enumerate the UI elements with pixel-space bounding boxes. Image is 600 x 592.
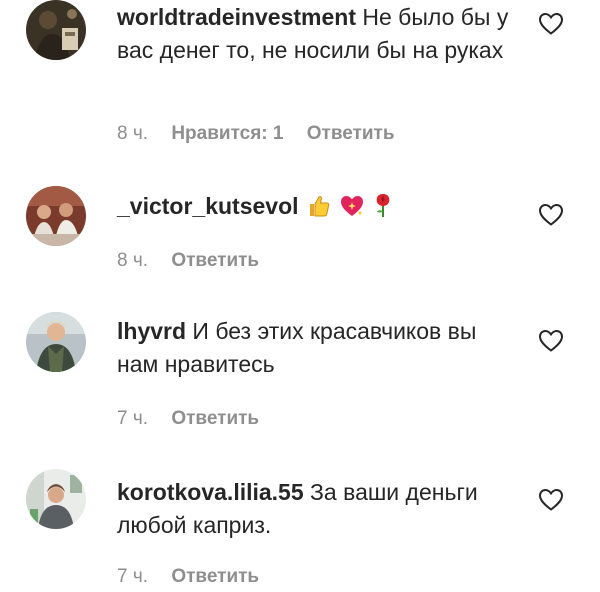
comment-body: _victor_kutsevol [117,190,517,227]
heart-outline-icon[interactable] [538,203,564,227]
rose-icon [374,192,392,227]
group-photo-avatar-icon [26,186,86,246]
reply-button[interactable]: Ответить [171,566,259,587]
reply-button[interactable]: Ответить [171,408,259,429]
comment-username[interactable]: lhyvrd [117,318,186,344]
comment-meta: 8 ч. Нравится: 1 Ответить [117,123,413,145]
comment-time[interactable]: 7 ч. [117,566,148,587]
heart-outline-icon[interactable] [538,12,564,36]
comment-time[interactable]: 8 ч. [117,250,148,271]
comment-username[interactable]: worldtradeinvestment [117,4,356,30]
likes-count[interactable]: Нравится: 1 [171,123,283,144]
heart-outline-icon[interactable] [538,329,564,353]
dark-photo-avatar-icon [26,0,86,60]
avatar[interactable] [26,0,86,60]
comment-username[interactable]: _victor_kutsevol [117,193,299,219]
woman-indoor-photo-avatar-icon [26,469,86,529]
thumbs-up-icon [307,194,331,227]
woman-photo-avatar-icon [26,312,86,372]
comment-meta: 7 ч. Ответить [117,566,277,588]
heart-outline-icon[interactable] [538,488,564,512]
comment-meta: 7 ч. Ответить [117,408,277,430]
comment-body: korotkova.lilia.55 За ваши деньги любой … [117,476,517,542]
avatar[interactable] [26,469,86,529]
avatar[interactable] [26,312,86,372]
reply-button[interactable]: Ответить [171,250,259,271]
reply-button[interactable]: Ответить [307,123,395,144]
comment-time[interactable]: 8 ч. [117,123,148,144]
comment-username[interactable]: korotkova.lilia.55 [117,479,304,505]
comment-body: lhyvrd И без этих красавчиков вы нам нра… [117,315,517,381]
comment-time[interactable]: 7 ч. [117,408,148,429]
avatar[interactable] [26,186,86,246]
comment-meta: 8 ч. Ответить [117,250,277,272]
comment-body: worldtradeinvestment Не было бы у вас де… [117,1,517,67]
sparkling-heart-icon [339,194,365,227]
